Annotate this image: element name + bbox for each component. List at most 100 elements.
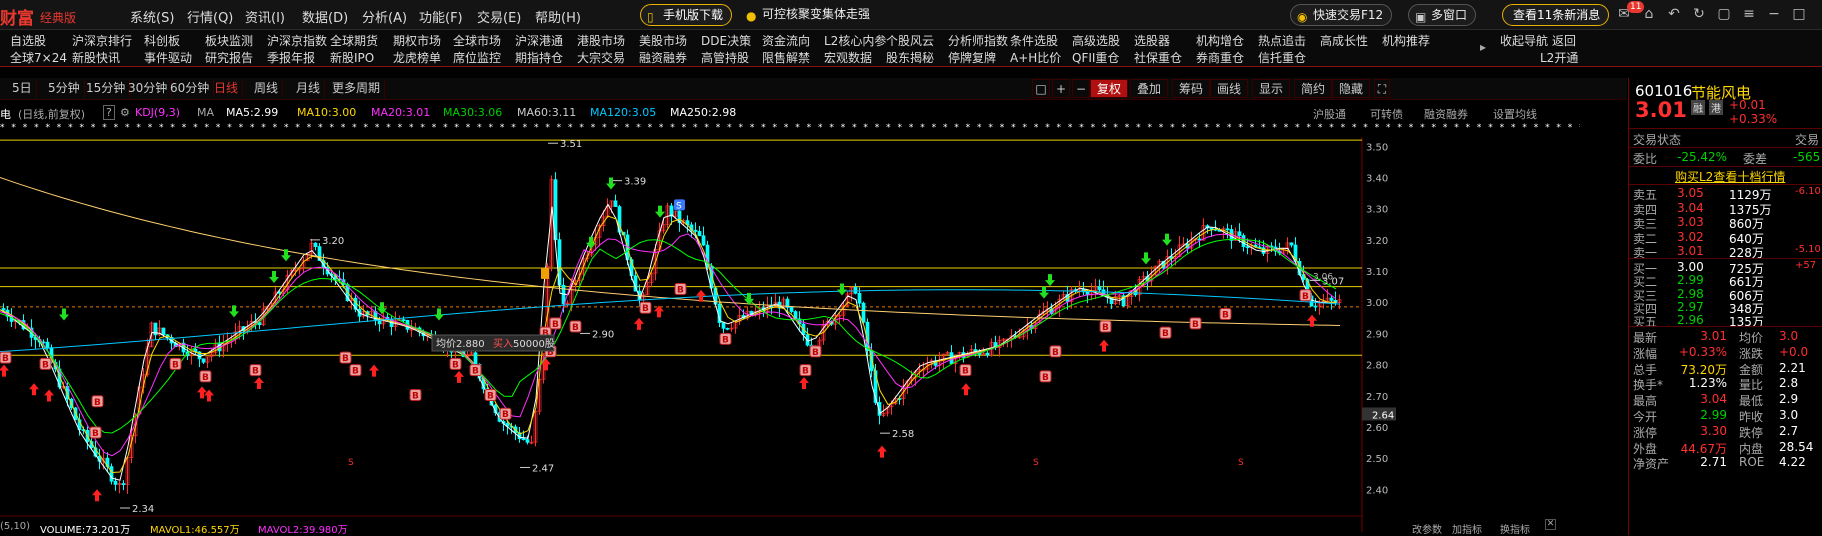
toolbar-button[interactable]: 简约 bbox=[1294, 79, 1332, 98]
change-params-button[interactable]: 改参数 bbox=[1412, 521, 1442, 536]
zoom-out-icon[interactable]: − bbox=[1072, 79, 1090, 98]
nav-item[interactable]: 全球7×24 bbox=[10, 49, 67, 66]
ask-price[interactable]: 3.02 bbox=[1677, 230, 1704, 244]
nav-item[interactable]: 停牌复牌 bbox=[948, 49, 996, 66]
nav-item[interactable]: 机构推荐 bbox=[1382, 32, 1430, 49]
nav-item[interactable]: 个股风云 bbox=[886, 32, 934, 49]
nav-item[interactable]: 龙虎榜单 bbox=[393, 49, 441, 66]
nav-item[interactable]: 期权市场 bbox=[393, 32, 441, 49]
menu-system[interactable]: 系统(S) bbox=[130, 7, 174, 26]
nav-item[interactable]: 融资融券 bbox=[639, 49, 687, 66]
bid-price[interactable]: 2.99 bbox=[1677, 273, 1704, 287]
ask-price[interactable]: 3.04 bbox=[1677, 201, 1704, 215]
fullscreen-icon[interactable]: ⛶ bbox=[1374, 79, 1390, 98]
nav-item[interactable]: L2开通 bbox=[1540, 49, 1578, 66]
nav-item[interactable]: 研究报告 bbox=[205, 49, 253, 66]
nav-item[interactable]: 返回 bbox=[1552, 32, 1576, 49]
multi-window-button[interactable]: ▣ 多窗口 bbox=[1408, 4, 1477, 26]
link-convertible[interactable]: 可转债 bbox=[1370, 106, 1403, 122]
menu-icon[interactable]: ≡ bbox=[1740, 5, 1758, 23]
menu-analysis[interactable]: 分析(A) bbox=[362, 7, 407, 26]
period-tab[interactable]: 周线 bbox=[250, 79, 284, 98]
period-tab[interactable]: 5分钟 bbox=[44, 79, 85, 98]
nav-item[interactable]: 席位监控 bbox=[453, 49, 501, 66]
nav-item[interactable]: 选股器 bbox=[1134, 32, 1170, 49]
nav-item[interactable]: 社保重仓 bbox=[1134, 49, 1182, 66]
period-tab[interactable]: 月线 bbox=[292, 79, 326, 98]
period-tab[interactable]: 60分钟 bbox=[166, 79, 215, 98]
nav-item[interactable]: 条件选股 bbox=[1010, 32, 1058, 49]
maximize-icon[interactable]: □ bbox=[1790, 5, 1808, 23]
news-button[interactable]: 查看11条新消息 bbox=[1502, 4, 1610, 26]
nav-item[interactable]: 沪深京指数 bbox=[267, 32, 327, 49]
menu-info[interactable]: 资讯(I) bbox=[245, 7, 285, 26]
nav-item[interactable]: 自选股 bbox=[10, 32, 46, 49]
toolbar-button[interactable]: 复权 bbox=[1090, 79, 1128, 98]
kdj-label[interactable]: KDJ(9,3) bbox=[135, 106, 180, 119]
nav-item[interactable]: 期指持仓 bbox=[515, 49, 563, 66]
nav-item[interactable]: 季报年报 bbox=[267, 49, 315, 66]
nav-item[interactable]: 券商重仓 bbox=[1196, 49, 1244, 66]
refresh-icon[interactable]: ↻ bbox=[1690, 5, 1708, 23]
nav-item[interactable]: 大宗交易 bbox=[577, 49, 625, 66]
mobile-download-button[interactable]: ▯ 手机版下载 bbox=[640, 4, 733, 26]
toolbar-button[interactable]: 显示 bbox=[1252, 79, 1290, 98]
menu-function[interactable]: 功能(F) bbox=[419, 7, 463, 26]
skin-icon[interactable]: ▢ bbox=[1715, 5, 1733, 23]
link-hugutong[interactable]: 沪股通 bbox=[1313, 106, 1346, 122]
switch-indicator-button[interactable]: 换指标 bbox=[1500, 521, 1530, 536]
bid-price[interactable]: 2.97 bbox=[1677, 300, 1704, 314]
help-icon[interactable]: ? bbox=[103, 105, 115, 120]
event-s-marker[interactable]: S bbox=[348, 458, 354, 468]
nav-item[interactable]: QFII重仓 bbox=[1072, 49, 1119, 66]
nav-item[interactable]: 机构增仓 bbox=[1196, 32, 1244, 49]
nav-item[interactable]: 沪深京排行 bbox=[72, 32, 132, 49]
event-s-marker[interactable]: S bbox=[1033, 458, 1039, 468]
fast-trade-button[interactable]: ◉ 快速交易F12 bbox=[1290, 4, 1393, 26]
menu-quote[interactable]: 行情(Q) bbox=[187, 7, 233, 26]
menu-data[interactable]: 数据(D) bbox=[302, 7, 348, 26]
add-indicator-button[interactable]: 加指标 bbox=[1452, 521, 1482, 536]
nav-item[interactable]: 收起导航 bbox=[1500, 32, 1548, 49]
bid-price[interactable]: 2.98 bbox=[1677, 287, 1704, 301]
nav-item[interactable]: 高管持股 bbox=[701, 49, 749, 66]
nav-item[interactable]: 科创板 bbox=[144, 32, 180, 49]
minimize-icon[interactable]: − bbox=[1765, 5, 1783, 23]
zoom-in-icon[interactable]: + bbox=[1052, 79, 1070, 98]
nav-item[interactable]: L2核心内参 bbox=[824, 32, 886, 49]
nav-item[interactable]: 高成长性 bbox=[1320, 32, 1368, 49]
nav-item[interactable]: A+H比价 bbox=[1010, 49, 1061, 66]
link-set-ma[interactable]: 设置均线 bbox=[1493, 106, 1537, 122]
nav-more-icon[interactable]: ▸ bbox=[1480, 40, 1486, 54]
nav-item[interactable]: 限售解禁 bbox=[762, 49, 810, 66]
nav-item[interactable]: DDE决策 bbox=[701, 32, 751, 49]
nav-item[interactable]: 资金流向 bbox=[762, 32, 810, 49]
nav-item[interactable]: 板块监测 bbox=[205, 32, 253, 49]
nav-item[interactable]: 全球市场 bbox=[453, 32, 501, 49]
promo-link[interactable]: ● 可控核聚变集体走强 bbox=[740, 4, 878, 26]
period-tab[interactable]: 日线 bbox=[210, 79, 244, 98]
l2-purchase-link[interactable]: 购买L2查看十档行情 bbox=[1675, 168, 1785, 185]
square-icon[interactable]: □ bbox=[1032, 79, 1050, 98]
nav-item[interactable]: 新股IPO bbox=[330, 49, 374, 66]
nav-item[interactable]: 信托重仓 bbox=[1258, 49, 1306, 66]
ask-price[interactable]: 3.01 bbox=[1677, 244, 1704, 258]
nav-item[interactable]: 新股快讯 bbox=[72, 49, 120, 66]
nav-item[interactable]: 事件驱动 bbox=[144, 49, 192, 66]
toolbar-button[interactable]: 画线 bbox=[1210, 79, 1248, 98]
nav-item[interactable]: 高级选股 bbox=[1072, 32, 1120, 49]
bid-price[interactable]: 3.00 bbox=[1677, 260, 1704, 274]
toolbar-button[interactable]: 隐藏 bbox=[1332, 79, 1370, 98]
nav-item[interactable]: 分析师指数 bbox=[948, 32, 1008, 49]
home-icon[interactable]: ⌂ bbox=[1640, 5, 1658, 23]
nav-item[interactable]: 股东揭秘 bbox=[886, 49, 934, 66]
back-icon[interactable]: ↶ bbox=[1665, 5, 1683, 23]
period-tab[interactable]: 5日 bbox=[8, 79, 37, 98]
menu-trade[interactable]: 交易(E) bbox=[477, 7, 521, 26]
link-margin[interactable]: 融资融券 bbox=[1424, 106, 1468, 122]
ask-price[interactable]: 3.05 bbox=[1677, 186, 1704, 200]
menu-help[interactable]: 帮助(H) bbox=[535, 7, 581, 26]
nav-item[interactable]: 港股市场 bbox=[577, 32, 625, 49]
close-indicator-icon[interactable]: ✕ bbox=[1545, 519, 1556, 530]
nav-item[interactable]: 全球期货 bbox=[330, 32, 378, 49]
